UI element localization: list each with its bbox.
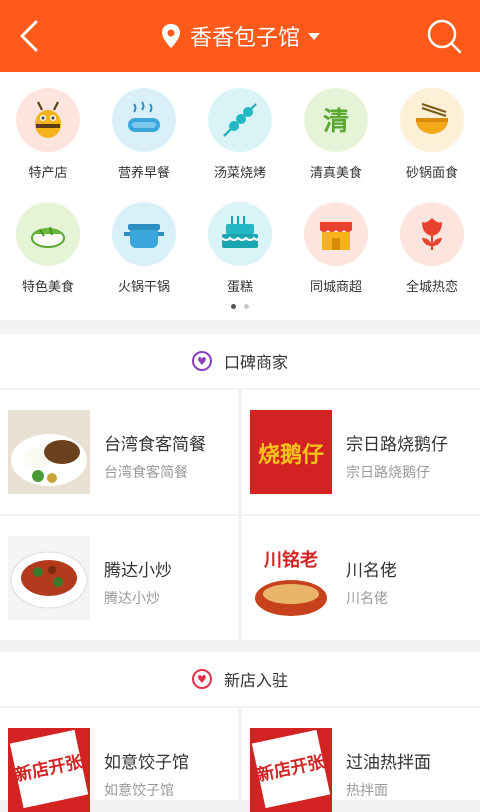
tulip-icon <box>400 202 464 266</box>
merchant-name: 过油热拌面 <box>346 753 431 773</box>
merchant-name: 川名佬 <box>346 561 397 581</box>
category-halal[interactable]: 清 清真美食 <box>288 72 384 182</box>
merchant-subtitle: 腾达小炒 <box>104 591 160 607</box>
location-name: 香香包子馆 <box>189 26 300 51</box>
merchant-name: 台湾食客简餐 <box>104 435 206 455</box>
merchant-card[interactable]: 新店开张 过油热拌面 热拌面 <box>242 708 480 812</box>
merchant-card[interactable]: 新店开张 如意饺子馆 如意饺子馆 <box>0 708 238 812</box>
location-selector[interactable]: 香香包子馆 <box>0 0 480 72</box>
section-header-new-shops: ♥ 新店入驻 <box>0 652 480 706</box>
category-label: 全城热恋 <box>405 280 458 295</box>
category-label: 特色美食 <box>21 280 74 295</box>
category-cake[interactable]: 蛋糕 <box>192 186 288 296</box>
category-label: 营养早餐 <box>117 166 170 181</box>
category-grid: 特产店 营养早餐 汤菜烧烤 清 清真美食 砂锅面食 特色美食 火锅干锅 蛋糕 同… <box>0 72 480 320</box>
skewer-icon <box>208 88 272 152</box>
category-label: 特产店 <box>28 166 68 181</box>
category-soup-bbq[interactable]: 汤菜烧烤 <box>192 72 288 182</box>
rice-plate-photo <box>8 410 90 494</box>
category-label: 蛋糕 <box>226 280 253 295</box>
top-bar: 香香包子馆 <box>0 0 480 72</box>
category-label: 同城商超 <box>309 280 362 295</box>
category-featured-food[interactable]: 特色美食 <box>0 186 96 296</box>
chuan-ming-lao-sign: 川铭老 <box>250 536 332 620</box>
merchant-subtitle: 川名佬 <box>346 591 388 607</box>
cake-icon <box>208 202 272 266</box>
merchant-name: 如意饺子馆 <box>104 753 189 773</box>
category-specialty-shop[interactable]: 特产店 <box>0 72 96 182</box>
bee-icon <box>16 88 80 152</box>
halal-qing-icon: 清 <box>304 88 368 152</box>
merchant-card[interactable]: 腾达小炒 腾达小炒 <box>0 516 238 640</box>
section-header-reputation: ♥ 口碑商家 <box>0 334 480 388</box>
page-indicator <box>0 304 480 314</box>
category-hotpot[interactable]: 火锅干锅 <box>96 186 192 296</box>
category-label: 清真美食 <box>309 166 362 181</box>
merchant-name: 腾达小炒 <box>104 561 172 581</box>
new-shop-sign: 新店开张 <box>250 728 332 812</box>
sign-text: 烧鹅仔 <box>258 442 324 468</box>
category-city-romance[interactable]: 全城热恋 <box>384 186 480 296</box>
merchant-subtitle: 热拌面 <box>346 783 388 799</box>
category-label: 砂锅面食 <box>405 166 458 181</box>
sushi-icon <box>16 202 80 266</box>
merchant-subtitle: 宗日路烧鹅仔 <box>346 465 430 481</box>
new-shop-sign: 新店开张 <box>8 728 90 812</box>
category-local-market[interactable]: 同城商超 <box>288 186 384 296</box>
category-casserole-noodles[interactable]: 砂锅面食 <box>384 72 480 182</box>
merchant-card[interactable]: 台湾食客简餐 台湾食客简餐 <box>0 390 238 514</box>
noodle-bowl-icon <box>400 88 464 152</box>
page-dot-active[interactable] <box>231 304 236 309</box>
stir-fry-photo <box>8 536 90 620</box>
svg-text:清: 清 <box>323 107 349 137</box>
search-icon[interactable] <box>422 14 466 58</box>
merchant-name: 宗日路烧鹅仔 <box>346 435 448 455</box>
section-title: 口碑商家 <box>223 353 288 372</box>
location-pin-icon <box>161 24 180 48</box>
merchant-subtitle: 如意饺子馆 <box>104 783 174 799</box>
shao-e-zai-sign: 烧鹅仔 <box>250 410 332 494</box>
section-title: 新店入驻 <box>223 671 288 690</box>
merchant-card[interactable]: 烧鹅仔 宗日路烧鹅仔 宗日路烧鹅仔 <box>242 390 480 514</box>
merchant-subtitle: 台湾食客简餐 <box>104 465 188 481</box>
heart-icon: ♥ <box>191 669 212 689</box>
hotpot-icon <box>112 202 176 266</box>
category-label: 火锅干锅 <box>117 280 170 295</box>
heart-icon: ♥ <box>191 351 212 371</box>
sausage-steam-icon <box>112 88 176 152</box>
merchant-card[interactable]: 川铭老 川名佬 川名佬 <box>242 516 480 640</box>
sign-text: 川铭老 <box>263 549 318 571</box>
chevron-down-icon <box>308 32 320 40</box>
category-breakfast[interactable]: 营养早餐 <box>96 72 192 182</box>
store-icon <box>304 202 368 266</box>
page-dot[interactable] <box>244 304 249 309</box>
category-label: 汤菜烧烤 <box>213 166 266 181</box>
